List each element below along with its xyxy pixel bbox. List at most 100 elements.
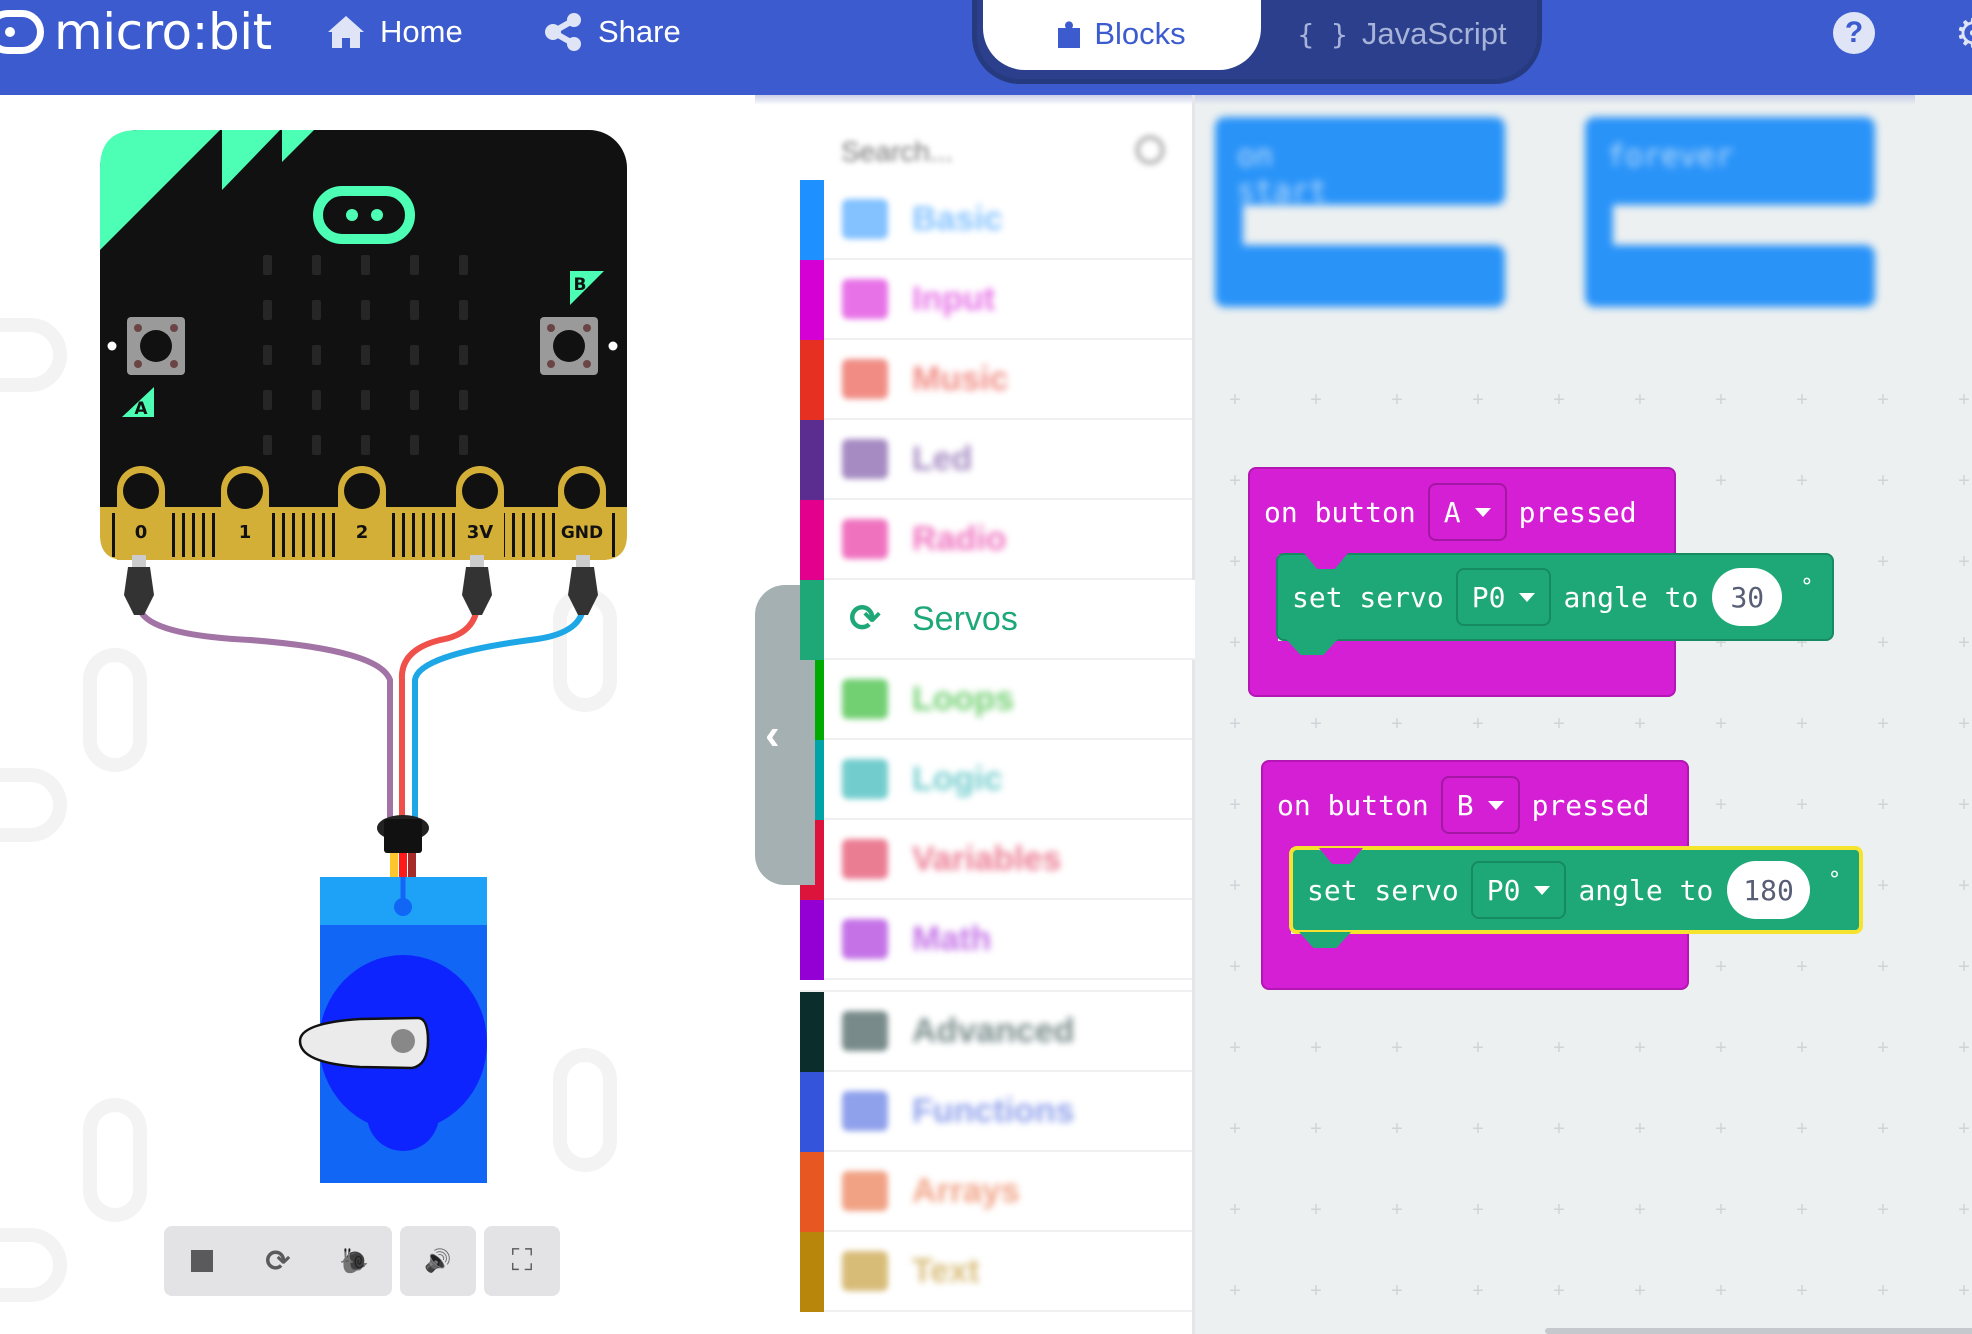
edge-stripe bbox=[452, 513, 455, 557]
toolbox-category-servos[interactable]: ⟳ Servos bbox=[800, 580, 1195, 660]
led bbox=[312, 300, 321, 320]
share-button[interactable]: Share bbox=[544, 10, 681, 54]
grid-mark: + bbox=[1229, 389, 1241, 411]
grid-mark: + bbox=[1391, 1199, 1403, 1221]
grid-mark: + bbox=[1877, 794, 1889, 816]
grid-mark: + bbox=[1472, 713, 1484, 735]
edge-stripe bbox=[512, 513, 515, 557]
set-servo-angle-block[interactable]: set servo P0 angle to 30 ° bbox=[1276, 553, 1834, 641]
set-servo-angle-block-selected[interactable]: set servo P0 angle to 180 ° bbox=[1289, 846, 1864, 934]
category-label: Radio bbox=[912, 519, 1007, 558]
grid-mark: + bbox=[1715, 956, 1727, 978]
edge-stripe bbox=[432, 513, 435, 557]
microbit-logo-icon bbox=[0, 10, 44, 54]
statement-prefix: set servo bbox=[1307, 873, 1459, 907]
playback-controls: ⟳ 🐌 bbox=[164, 1226, 392, 1296]
angle-input[interactable]: 180 bbox=[1727, 861, 1810, 919]
grid-mark: + bbox=[1553, 713, 1565, 735]
toolbox-category-music[interactable]: Music bbox=[800, 340, 1195, 420]
grid-mark: + bbox=[1877, 713, 1889, 735]
block-notch bbox=[1304, 553, 1348, 569]
pin-1[interactable]: 1 bbox=[221, 466, 269, 560]
grid-mark: + bbox=[1715, 389, 1727, 411]
mute-button[interactable]: 🔊 bbox=[400, 1226, 476, 1296]
toolbox-category-input[interactable]: Input bbox=[800, 260, 1195, 340]
toolbox-category-logic[interactable]: Logic bbox=[800, 740, 1195, 820]
led bbox=[459, 345, 468, 365]
toolbox-category-functions[interactable]: Functions bbox=[800, 1072, 1195, 1152]
button-b[interactable] bbox=[540, 317, 598, 375]
toolbox-category-loops[interactable]: Loops bbox=[800, 660, 1195, 740]
grid-mark: + bbox=[1715, 794, 1727, 816]
home-button[interactable]: Home bbox=[326, 10, 463, 54]
angle-input[interactable]: 30 bbox=[1712, 568, 1783, 626]
toolbox-category-led[interactable]: Led bbox=[800, 420, 1195, 500]
editor-toggle: Blocks { } JavaScript bbox=[972, 0, 1542, 84]
search-icon[interactable] bbox=[1135, 135, 1165, 165]
grid-mark: + bbox=[1472, 1118, 1484, 1140]
servo-pin-dropdown[interactable]: P0 bbox=[1455, 568, 1552, 626]
category-label: Servos bbox=[912, 599, 1018, 638]
toolbox-category-arrays[interactable]: Arrays bbox=[800, 1152, 1195, 1232]
toolbox-category-basic[interactable]: Basic bbox=[800, 180, 1195, 260]
toolbox-search bbox=[825, 117, 1185, 187]
slow-mo-button[interactable]: 🐌 bbox=[316, 1226, 392, 1296]
settings-button[interactable]: ⚙ bbox=[1955, 14, 1972, 54]
servo-pin-dropdown[interactable]: P0 bbox=[1470, 861, 1567, 919]
pin-2[interactable]: 2 bbox=[338, 466, 386, 560]
button-dropdown[interactable]: B bbox=[1440, 776, 1520, 834]
microbit-logo[interactable]: micro:bit bbox=[0, 3, 272, 61]
restart-button[interactable]: ⟳ bbox=[240, 1226, 316, 1296]
event-header: on button Bpressed bbox=[1261, 760, 1689, 848]
toolbox-category-text[interactable]: Text bbox=[800, 1232, 1195, 1312]
pin-value: P0 bbox=[1471, 580, 1506, 614]
grid-mark: + bbox=[1634, 713, 1646, 735]
math-icon bbox=[842, 919, 888, 959]
toolbox-top-shadow bbox=[755, 95, 1195, 105]
edge-stripe bbox=[172, 513, 175, 557]
toolbox-category-variables[interactable]: Variables bbox=[800, 820, 1195, 900]
button-dropdown[interactable]: A bbox=[1427, 483, 1507, 541]
mute-control: 🔊 bbox=[400, 1226, 476, 1296]
grid-mark: + bbox=[1958, 470, 1970, 492]
led bbox=[459, 435, 468, 455]
grid-mark: + bbox=[1391, 1037, 1403, 1059]
category-label: Arrays bbox=[912, 1171, 1020, 1210]
toolbox-search-input[interactable] bbox=[825, 136, 1125, 168]
blocks-workspace[interactable]: + + + + + + + + + + + + + + + + + + + + + + + + + + + + + + + + + + + + + + + +… bbox=[1195, 95, 1972, 1334]
grid-mark: + bbox=[1634, 1118, 1646, 1140]
workspace-horizontal-scrollbar[interactable] bbox=[1545, 1328, 1972, 1334]
help-button[interactable]: ? bbox=[1833, 12, 1875, 54]
flyout-block-label: on start bbox=[1237, 139, 1328, 209]
led bbox=[361, 390, 370, 410]
pin-label: 1 bbox=[239, 522, 252, 543]
pin-gnd[interactable]: GND bbox=[558, 466, 606, 560]
workspace-top-shadow bbox=[1195, 95, 1915, 105]
pin-3v[interactable]: 3V bbox=[456, 466, 504, 560]
fullscreen-button[interactable]: ⛶ bbox=[484, 1226, 560, 1296]
pin-0[interactable]: 0 bbox=[117, 466, 165, 560]
edge-stripe bbox=[612, 513, 615, 557]
button-value: B bbox=[1456, 788, 1474, 822]
stop-button[interactable] bbox=[164, 1226, 240, 1296]
category-label: Basic bbox=[912, 199, 1003, 238]
grid-mark: + bbox=[1391, 713, 1403, 735]
grid-mark: + bbox=[1634, 1199, 1646, 1221]
led bbox=[410, 255, 419, 275]
led-icon bbox=[842, 439, 888, 479]
button-a[interactable] bbox=[127, 317, 185, 375]
blocks-tab[interactable]: Blocks bbox=[983, 0, 1261, 70]
event-prefix: on button bbox=[1277, 788, 1429, 822]
block-toolbox: Basic Input Music Led Radio ⟳ Servos Loops Logic… bbox=[755, 95, 1195, 1334]
gear-icon: ⚙ bbox=[1955, 12, 1972, 56]
led bbox=[312, 435, 321, 455]
javascript-tab[interactable]: { } JavaScript bbox=[1277, 0, 1527, 70]
toolbox-category-radio[interactable]: Radio bbox=[800, 500, 1195, 580]
toolbox-category-math[interactable]: Math bbox=[800, 900, 1195, 980]
event-header: on button Apressed bbox=[1248, 467, 1676, 555]
toolbox-category-advanced[interactable]: Advanced bbox=[800, 992, 1195, 1072]
button-a-label: A bbox=[134, 399, 148, 419]
grid-mark: + bbox=[1634, 1037, 1646, 1059]
pin-label: GND bbox=[561, 523, 603, 543]
grid-mark: + bbox=[1634, 1280, 1646, 1302]
